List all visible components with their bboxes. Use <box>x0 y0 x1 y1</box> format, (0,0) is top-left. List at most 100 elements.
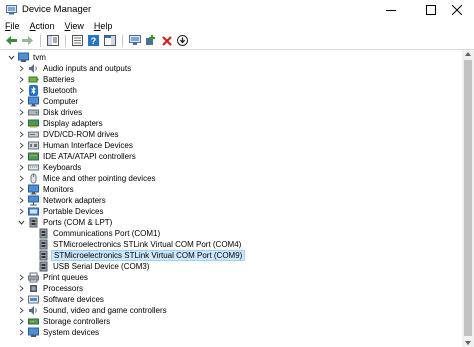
chevron-down-icon[interactable] <box>7 53 16 62</box>
menu-label-rest: iew <box>70 20 84 31</box>
tree-category-batteries[interactable]: Batteries <box>0 74 462 85</box>
scroll-up-icon[interactable] <box>465 52 471 56</box>
tree-category-computer[interactable]: Computer <box>0 96 462 107</box>
speaker-icon <box>28 305 39 316</box>
help-button[interactable]: ? <box>86 33 101 48</box>
chevron-right-icon[interactable] <box>17 317 26 326</box>
vertical-scrollbar[interactable] <box>462 50 474 347</box>
tree-category-ide-ata-atapi-controllers[interactable]: IDE ATA/ATAPI controllers <box>0 151 462 162</box>
port-icon <box>38 261 49 272</box>
tree-device-item[interactable]: USB Serial Device (COM3) <box>0 261 462 272</box>
tree-category-disk-drives[interactable]: Disk drives <box>0 107 462 118</box>
maximize-icon <box>426 5 436 15</box>
device-tree[interactable]: tvm Audio inputs and outputs Batteries Blue… <box>0 50 462 347</box>
chevron-right-icon[interactable] <box>17 185 26 194</box>
tree-category-storage-controllers[interactable]: Storage controllers <box>0 316 462 327</box>
chevron-right-icon[interactable] <box>17 163 26 172</box>
action-pane-button[interactable] <box>102 33 117 48</box>
tree-item-label: Software devices <box>43 295 104 304</box>
tree-device-item[interactable]: STMicroelectronics STLink Virtual COM Po… <box>0 239 462 250</box>
back-button[interactable] <box>4 33 19 48</box>
menu-label-rest: elp <box>100 20 113 31</box>
tree-category-processors[interactable]: Processors <box>0 283 462 294</box>
chevron-right-icon[interactable] <box>17 86 26 95</box>
port-icon <box>38 250 49 261</box>
update-driver-button[interactable] <box>175 33 190 48</box>
chevron-right-icon[interactable] <box>17 152 26 161</box>
minimize-button[interactable] <box>374 0 408 20</box>
tree-item-label: tvm <box>33 53 46 62</box>
chevron-right-icon[interactable] <box>17 108 26 117</box>
chevron-right-icon[interactable] <box>17 119 26 128</box>
chevron-right-icon[interactable] <box>17 284 26 293</box>
portable-device-icon <box>28 206 39 217</box>
menu-help[interactable]: Help <box>94 21 113 31</box>
tree-item-label: Display adapters <box>43 119 103 128</box>
tree-category-human-interface-devices[interactable]: Human Interface Devices <box>0 140 462 151</box>
scroll-down-icon[interactable] <box>465 341 471 345</box>
network-icon <box>28 195 39 206</box>
tree-item-label: Ports (COM & LPT) <box>43 218 113 227</box>
menu-view[interactable]: View <box>65 21 84 31</box>
tree-item-label: Monitors <box>43 185 74 194</box>
add-driver-icon <box>146 35 155 45</box>
tree-item-label: STMicroelectronics STLink Virtual COM Po… <box>51 250 246 261</box>
tree-category-keyboards[interactable]: Keyboards <box>0 162 462 173</box>
tree-category-sound-video-and-game-controllers[interactable]: Sound, video and game controllers <box>0 305 462 316</box>
device-manager-icon <box>6 5 17 15</box>
tree-category-print-queues[interactable]: Print queues <box>0 272 462 283</box>
properties-button[interactable] <box>70 33 85 48</box>
tree-category-system-devices[interactable]: System devices <box>0 327 462 338</box>
title-bar[interactable]: Device Manager <box>0 0 474 20</box>
uninstall-device-button[interactable] <box>159 33 174 48</box>
tree-category-network-adapters[interactable]: Network adapters <box>0 195 462 206</box>
tree-category-portable-devices[interactable]: Portable Devices <box>0 206 462 217</box>
chevron-down-icon[interactable] <box>17 218 26 227</box>
menu-action[interactable]: Action <box>30 21 55 31</box>
chevron-right-icon[interactable] <box>17 97 26 106</box>
chevron-right-icon[interactable] <box>17 75 26 84</box>
add-driver-button[interactable] <box>143 33 158 48</box>
tree-item-label: Network adapters <box>43 196 106 205</box>
tree-item-label: STMicroelectronics STLink Virtual COM Po… <box>53 240 242 249</box>
chevron-right-icon[interactable] <box>17 295 26 304</box>
scan-hardware-button[interactable] <box>127 33 142 48</box>
tree-category-ports-com-lpt[interactable]: Ports (COM & LPT) <box>0 217 462 228</box>
tree-item-label: Communications Port (COM1) <box>53 229 161 238</box>
tree-category-bluetooth[interactable]: Bluetooth <box>0 85 462 96</box>
show-hide-console-tree-button[interactable] <box>45 33 60 48</box>
chevron-right-icon[interactable] <box>17 196 26 205</box>
menu-label-rest: ile <box>10 20 20 31</box>
tree-item-label: Bluetooth <box>43 86 77 95</box>
forward-button[interactable] <box>20 33 35 48</box>
minimize-icon <box>386 10 396 11</box>
speaker-icon <box>28 63 39 74</box>
chevron-right-icon[interactable] <box>17 207 26 216</box>
close-button[interactable] <box>440 0 474 20</box>
chevron-right-icon[interactable] <box>17 306 26 315</box>
tree-category-display-adapters[interactable]: Display adapters <box>0 118 462 129</box>
menu-file[interactable]: File <box>5 21 20 31</box>
chevron-right-icon[interactable] <box>17 141 26 150</box>
scan-hardware-icon <box>128 35 141 45</box>
toolbar-separator <box>65 34 66 47</box>
chevron-right-icon[interactable] <box>17 174 26 183</box>
tree-device-item[interactable]: STMicroelectronics STLink Virtual COM Po… <box>0 250 462 261</box>
bluetooth-icon <box>28 85 39 96</box>
toolbar: ? <box>0 32 474 49</box>
tree-category-audio-inputs-and-outputs[interactable]: Audio inputs and outputs <box>0 63 462 74</box>
tree-device-item[interactable]: Communications Port (COM1) <box>0 228 462 239</box>
chevron-right-icon[interactable] <box>17 64 26 73</box>
chevron-right-icon[interactable] <box>17 273 26 282</box>
scrollbar-thumb[interactable] <box>464 60 472 336</box>
close-icon <box>452 5 462 15</box>
tree-category-software-devices[interactable]: Software devices <box>0 294 462 305</box>
tree-item-label: Human Interface Devices <box>43 141 133 150</box>
tree-item-label: System devices <box>43 328 100 337</box>
tree-category-mice-and-other-pointing-devices[interactable]: Mice and other pointing devices <box>0 173 462 184</box>
tree-root[interactable]: tvm <box>0 52 462 63</box>
tree-category-monitors[interactable]: Monitors <box>0 184 462 195</box>
chevron-right-icon[interactable] <box>17 130 26 139</box>
tree-category-dvd-cd-rom-drives[interactable]: DVD/CD-ROM drives <box>0 129 462 140</box>
chevron-right-icon[interactable] <box>17 328 26 337</box>
